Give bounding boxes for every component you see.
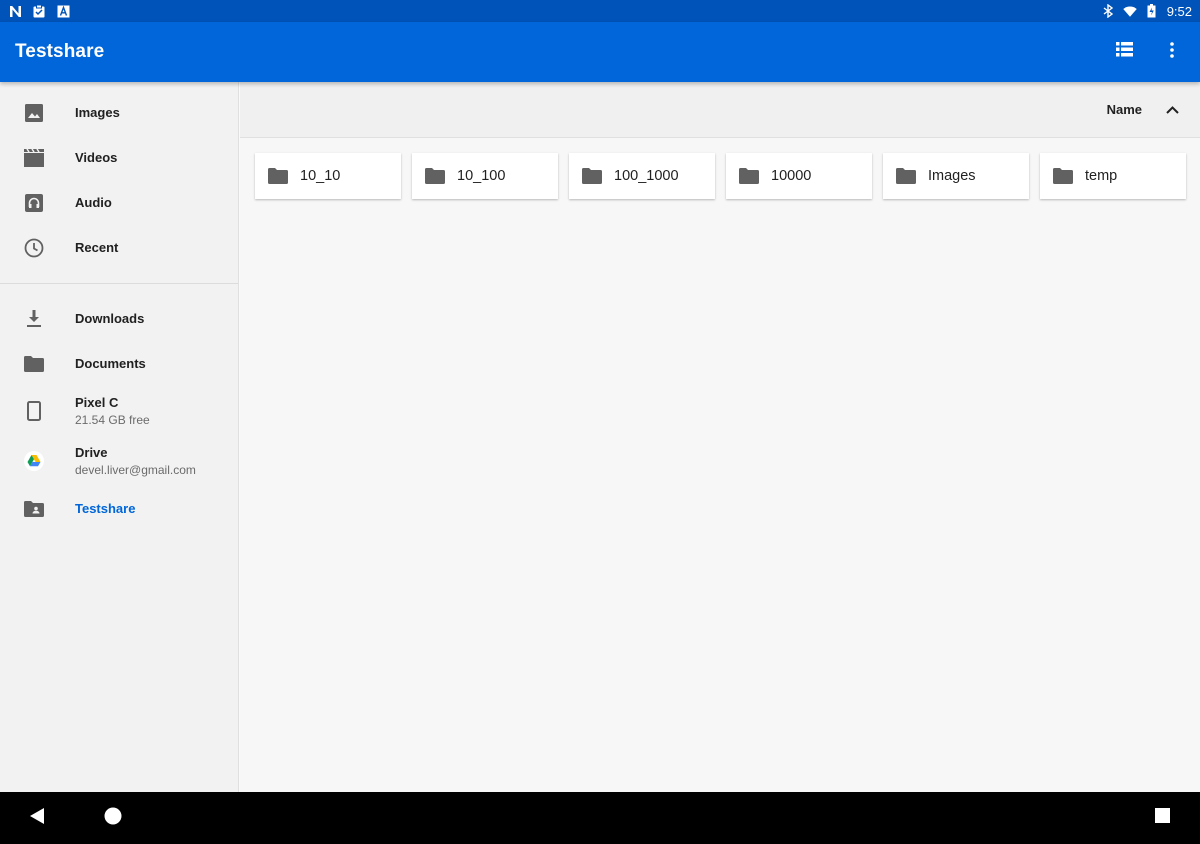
system-nav-bar	[0, 792, 1200, 844]
app-title: Testshare	[15, 41, 105, 62]
wifi-icon	[1122, 4, 1137, 18]
image-icon	[24, 103, 44, 123]
status-time: 9:52	[1166, 3, 1192, 19]
folder-name: 10_100	[457, 168, 506, 184]
more-options-button[interactable]	[1152, 32, 1192, 72]
folder-name: 10000	[771, 168, 812, 184]
drawer-item-label: Audio	[75, 195, 112, 210]
main-content: Name 10_10 10_100 100_1000 10000 Images …	[240, 82, 1200, 792]
folder-name: 10_10	[300, 168, 341, 184]
drawer-item-label: Videos	[75, 150, 118, 165]
more-vert-icon	[1170, 41, 1174, 63]
app-bar: Testshare	[0, 22, 1200, 82]
sort-by-name-button[interactable]: Name	[1107, 102, 1142, 117]
home-circle-icon	[104, 807, 122, 830]
drawer-item-images[interactable]: Images	[0, 90, 238, 135]
phone-icon	[24, 401, 44, 421]
folder-card-100-1000[interactable]: 100_1000	[569, 153, 715, 199]
folder-icon	[739, 166, 759, 186]
notification-n-icon	[8, 4, 22, 18]
clock-icon	[24, 238, 44, 258]
drawer-item-sublabel: 21.54 GB free	[75, 413, 150, 427]
status-right: 9:52	[1101, 4, 1192, 19]
folder-icon	[1053, 166, 1073, 186]
back-button[interactable]	[21, 802, 53, 834]
folder-card-temp[interactable]: temp	[1040, 153, 1186, 199]
video-icon	[24, 148, 44, 168]
drawer-item-downloads[interactable]: Downloads	[0, 296, 238, 341]
overview-square-icon	[1154, 808, 1170, 828]
download-icon	[24, 309, 44, 329]
drawer-item-recent[interactable]: Recent	[0, 225, 238, 270]
drawer-item-label: Images	[75, 105, 120, 120]
list-view-button[interactable]	[1104, 32, 1144, 72]
headphones-icon	[24, 193, 44, 213]
drawer-item-documents[interactable]: Documents	[0, 341, 238, 386]
folder-card-images[interactable]: Images	[883, 153, 1029, 199]
bluetooth-icon	[1101, 4, 1115, 18]
drawer-item-label: Pixel C	[75, 395, 119, 410]
drawer-item-pixel-c[interactable]: Pixel C 21.54 GB free	[0, 386, 238, 436]
drawer-item-label: Downloads	[75, 311, 145, 326]
folder-icon	[425, 166, 445, 186]
drawer-item-videos[interactable]: Videos	[0, 135, 238, 180]
drawer-item-label: Documents	[75, 356, 146, 371]
drawer-item-text: Pixel C 21.54 GB free	[75, 395, 150, 427]
folder-name: 100_1000	[614, 168, 679, 184]
folder-name: temp	[1085, 168, 1118, 184]
folder-name: Images	[928, 168, 976, 184]
drawer-item-sublabel: devel.liver@gmail.com	[75, 463, 196, 477]
folder-icon	[896, 166, 916, 186]
shared-folder-icon	[24, 499, 44, 519]
drawer-divider	[0, 283, 238, 284]
drawer-roots: Images Videos Audio Recent	[0, 82, 238, 270]
folder-card-10-10[interactable]: 10_10	[255, 153, 401, 199]
folder-card-10000[interactable]: 10000	[726, 153, 872, 199]
drawer-item-audio[interactable]: Audio	[0, 180, 238, 225]
drive-icon	[24, 451, 44, 471]
status-left	[8, 4, 70, 18]
home-button[interactable]	[97, 802, 129, 834]
app-a-icon	[56, 4, 70, 18]
list-view-icon	[1115, 42, 1133, 62]
folder-icon	[268, 166, 288, 186]
drawer-devices: Downloads Documents Pixel C 21.54 GB fre…	[0, 296, 238, 531]
navigation-drawer: Images Videos Audio Recent Downloads Doc…	[0, 82, 239, 792]
drawer-item-drive[interactable]: Drive devel.liver@gmail.com	[0, 436, 238, 486]
folder-icon	[582, 166, 602, 186]
drawer-item-testshare[interactable]: Testshare	[0, 486, 238, 531]
drawer-item-label: Recent	[75, 240, 119, 255]
chevron-up-icon	[1165, 101, 1179, 119]
folder-icon	[24, 354, 44, 374]
app-actions	[1104, 32, 1200, 72]
overview-button[interactable]	[1146, 802, 1178, 834]
drawer-item-text: Drive devel.liver@gmail.com	[75, 445, 196, 477]
folder-grid: 10_10 10_100 100_1000 10000 Images temp	[240, 138, 1200, 199]
sort-bar: Name	[240, 82, 1200, 138]
clipboard-icon	[32, 4, 46, 18]
back-triangle-icon	[29, 807, 45, 830]
drawer-item-label: Testshare	[75, 501, 136, 516]
folder-card-10-100[interactable]: 10_100	[412, 153, 558, 199]
sort-direction-button[interactable]	[1162, 100, 1182, 120]
status-bar: 9:52	[0, 0, 1200, 22]
battery-icon	[1145, 4, 1159, 18]
drawer-item-label: Drive	[75, 445, 108, 460]
